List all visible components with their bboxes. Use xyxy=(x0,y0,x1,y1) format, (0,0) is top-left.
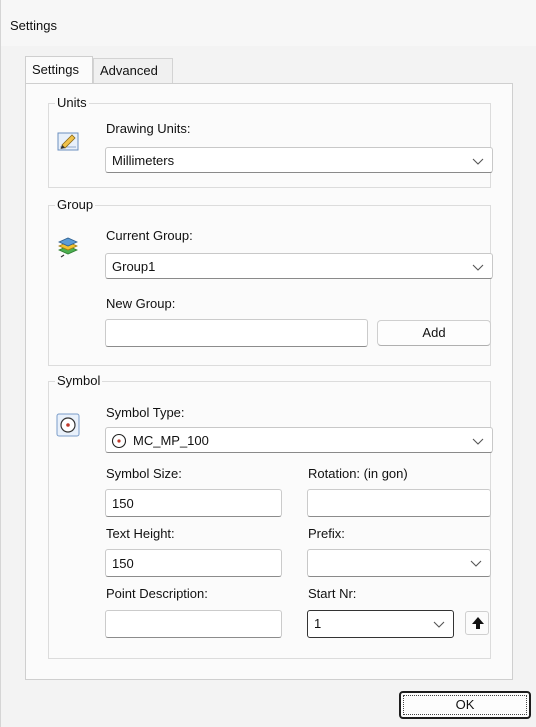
symbol-size-field[interactable] xyxy=(106,490,281,516)
rotation-field[interactable] xyxy=(308,490,490,516)
increment-start-button[interactable] xyxy=(465,611,489,635)
title-bar[interactable]: Settings xyxy=(1,0,536,46)
symbol-type-label: Symbol Type: xyxy=(106,405,185,420)
point-description-field[interactable] xyxy=(106,611,281,637)
current-group-label: Current Group: xyxy=(106,228,193,243)
prefix-label: Prefix: xyxy=(308,526,345,541)
tab-advanced[interactable]: Advanced xyxy=(93,58,173,84)
point-description-label: Point Description: xyxy=(106,586,208,601)
start-nr-label: Start Nr: xyxy=(308,586,357,601)
settings-tab-panel: Units Drawing Units: Millimeters Group C… xyxy=(25,83,513,680)
add-group-button[interactable]: Add xyxy=(377,320,491,346)
symbol-group: Symbol Symbol Type: MC_MP_100 Symbol Siz… xyxy=(48,373,493,659)
target-symbol-icon xyxy=(111,433,127,449)
chevron-down-icon xyxy=(471,154,485,168)
group-group: Group Current Group: Group1 New Group: A… xyxy=(48,197,493,366)
chevron-down-icon xyxy=(469,556,483,570)
rotation-input[interactable] xyxy=(307,489,491,517)
new-group-label: New Group: xyxy=(106,296,176,311)
symbol-size-input[interactable] xyxy=(105,489,282,517)
tab-settings[interactable]: Settings xyxy=(25,56,93,83)
units-group: Units Drawing Units: Millimeters xyxy=(48,95,493,188)
drawing-units-value: Millimeters xyxy=(112,153,175,168)
chevron-down-icon xyxy=(471,260,485,274)
chevron-down-icon xyxy=(432,617,446,631)
symbol-type-select[interactable]: MC_MP_100 xyxy=(105,427,493,453)
target-circle-icon xyxy=(55,412,81,438)
units-legend: Units xyxy=(55,95,89,111)
symbol-type-value: MC_MP_100 xyxy=(133,433,209,448)
symbol-size-label: Symbol Size: xyxy=(106,466,182,481)
ok-button[interactable]: OK xyxy=(399,691,531,719)
focus-rect xyxy=(403,695,527,715)
current-group-select[interactable]: Group1 xyxy=(105,253,493,279)
rotation-label: Rotation: (in gon) xyxy=(308,466,408,481)
text-height-label: Text Height: xyxy=(106,526,175,541)
group-legend: Group xyxy=(55,197,96,213)
start-nr-value: 1 xyxy=(314,616,322,631)
arrow-up-icon xyxy=(470,615,486,634)
text-height-field[interactable] xyxy=(106,550,281,576)
new-group-input[interactable] xyxy=(105,319,368,347)
drawing-units-select[interactable]: Millimeters xyxy=(105,147,493,173)
pencil-paper-icon xyxy=(55,128,81,154)
symbol-legend: Symbol xyxy=(55,373,103,389)
layers-icon xyxy=(55,234,81,260)
text-height-input[interactable] xyxy=(105,549,282,577)
start-nr-select[interactable]: 1 xyxy=(307,610,454,638)
chevron-down-icon xyxy=(471,434,485,448)
current-group-value: Group1 xyxy=(112,259,156,274)
window-title: Settings xyxy=(10,18,57,33)
settings-dialog: Settings Settings Advanced Units Drawing… xyxy=(0,0,536,727)
point-description-input[interactable] xyxy=(105,610,282,638)
prefix-select[interactable] xyxy=(307,549,491,577)
new-group-field[interactable] xyxy=(106,320,367,346)
drawing-units-label: Drawing Units: xyxy=(106,121,191,136)
